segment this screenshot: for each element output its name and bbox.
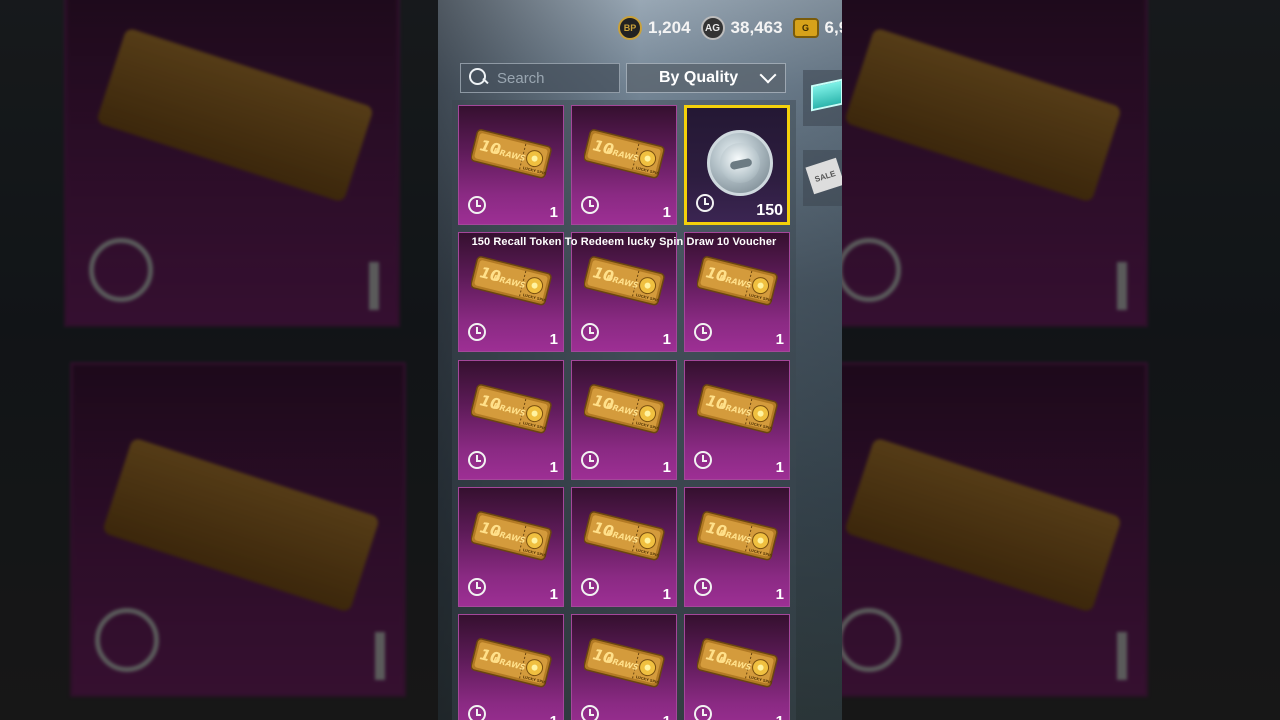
timer-clock-icon xyxy=(696,194,714,212)
lucky-spin-ticket-icon: 10 DRAWS LUCKY SPIN xyxy=(471,129,552,179)
lucky-spin-ticket-icon: 10 DRAWS LUCKY SPIN xyxy=(471,256,552,306)
draw10-voucher-item[interactable]: 10 DRAWS LUCKY SPIN 1 xyxy=(458,487,564,607)
chevron-down-icon xyxy=(759,66,777,84)
lucky-spin-ticket-icon: 10 DRAWS LUCKY SPIN xyxy=(584,511,665,561)
timer-clock-icon xyxy=(468,323,486,341)
timer-clock-icon xyxy=(468,451,486,469)
timer-clock-icon xyxy=(468,578,486,596)
lucky-spin-ticket-icon: 10 DRAWS LUCKY SPIN xyxy=(584,129,665,179)
currency-bar: BP 1,204 AG 38,463 G 6,9 xyxy=(618,14,842,42)
sort-dropdown-label: By Quality xyxy=(659,69,739,86)
draw10-voucher-item[interactable]: 10 DRAWS LUCKY SPIN 1 xyxy=(458,232,564,352)
search-input[interactable] xyxy=(497,69,607,87)
timer-clock-icon xyxy=(468,705,486,720)
timer-clock-icon xyxy=(581,323,599,341)
item-quantity: 1 xyxy=(775,586,784,603)
uc-coin-icon: G xyxy=(792,18,819,38)
timer-clock-icon xyxy=(468,196,486,214)
lucky-spin-ticket-icon: 10 DRAWS LUCKY SPIN xyxy=(471,638,552,688)
lucky-spin-ticket-icon: 10 DRAWS LUCKY SPIN xyxy=(584,384,665,434)
lucky-spin-ticket-icon: 10 DRAWS LUCKY SPIN xyxy=(697,384,778,434)
draw10-voucher-item[interactable]: 10 DRAWS LUCKY SPIN 1 xyxy=(458,360,564,480)
bp-balance: BP 1,204 xyxy=(618,16,691,40)
search-box[interactable] xyxy=(460,63,620,93)
draw10-voucher-item[interactable]: 10 DRAWS LUCKY SPIN 1 xyxy=(571,487,677,607)
recall-token-icon xyxy=(707,130,773,196)
lucky-spin-ticket-icon: 10 DRAWS LUCKY SPIN xyxy=(697,638,778,688)
item-quantity: 1 xyxy=(663,713,671,720)
draw10-voucher-item[interactable]: 10 DRAWS LUCKY SPIN 1 xyxy=(571,360,677,480)
recall-token-item[interactable]: 150 xyxy=(684,105,790,225)
search-icon xyxy=(469,68,489,88)
bp-coin-icon: BP xyxy=(618,16,642,40)
draw10-voucher-item[interactable]: 10 DRAWS LUCKY SPIN 1 xyxy=(684,487,790,607)
crate-icon xyxy=(811,78,842,112)
timer-clock-icon xyxy=(581,196,599,214)
item-quantity: 1 xyxy=(662,459,671,476)
item-quantity: 1 xyxy=(776,713,784,720)
sale-tag-icon: SALE xyxy=(805,157,842,195)
draw10-voucher-item[interactable]: 10 DRAWS LUCKY SPIN 1 xyxy=(684,614,790,720)
draw10-voucher-item[interactable]: 10 DRAWS LUCKY SPIN 1 xyxy=(571,105,677,225)
draw10-voucher-item[interactable]: 10 DRAWS LUCKY SPIN 1 xyxy=(571,232,677,352)
lucky-spin-ticket-icon: 10 DRAWS LUCKY SPIN xyxy=(697,511,778,561)
item-quantity: 1 xyxy=(549,459,558,476)
lucky-spin-ticket-icon: 10 DRAWS LUCKY SPIN xyxy=(471,511,552,561)
timer-clock-icon xyxy=(581,705,599,720)
timer-clock-icon xyxy=(694,705,712,720)
item-quantity: 1 xyxy=(662,204,671,221)
lucky-spin-ticket-icon: 10 DRAWS LUCKY SPIN xyxy=(584,638,665,688)
timer-clock-icon xyxy=(581,578,599,596)
lucky-spin-ticket-icon: 10 DRAWS LUCKY SPIN xyxy=(584,256,665,306)
draw10-voucher-item[interactable]: 10 DRAWS LUCKY SPIN 1 xyxy=(458,105,564,225)
ag-balance: AG 38,463 xyxy=(700,16,783,40)
item-quantity: 1 xyxy=(775,459,784,476)
tab-sale[interactable]: SALE xyxy=(803,150,842,206)
timer-clock-icon xyxy=(694,323,712,341)
item-quantity: 1 xyxy=(550,713,558,720)
draw10-voucher-item[interactable]: 10 DRAWS LUCKY SPIN 1 xyxy=(571,614,677,720)
tab-crate[interactable] xyxy=(803,70,842,126)
draw10-voucher-item[interactable]: 10 DRAWS LUCKY SPIN 1 xyxy=(684,360,790,480)
uc-value: 6,9 xyxy=(824,18,842,37)
blurred-background-right xyxy=(842,0,1280,720)
item-quantity: 1 xyxy=(775,331,784,348)
uc-balance: G 6,9 xyxy=(792,18,842,38)
item-tooltip: 150 Recall Token To Redeem lucky Spin Dr… xyxy=(471,236,777,248)
item-quantity: 150 xyxy=(756,202,783,219)
inventory-screen: BP 1,204 AG 38,463 G 6,9 By Quality SALE xyxy=(438,0,842,720)
item-quantity: 1 xyxy=(549,586,558,603)
lucky-spin-ticket-icon: 10 DRAWS LUCKY SPIN xyxy=(697,256,778,306)
ag-value: 38,463 xyxy=(730,18,783,37)
timer-clock-icon xyxy=(581,451,599,469)
lucky-spin-ticket-icon: 10 DRAWS LUCKY SPIN xyxy=(471,384,552,434)
item-quantity: 1 xyxy=(662,331,671,348)
timer-clock-icon xyxy=(694,578,712,596)
bp-value: 1,204 xyxy=(648,18,691,37)
timer-clock-icon xyxy=(694,451,712,469)
blurred-background-left xyxy=(0,0,438,720)
draw10-voucher-item[interactable]: 10 DRAWS LUCKY SPIN 1 xyxy=(684,232,790,352)
ag-coin-icon: AG xyxy=(700,16,725,40)
draw10-voucher-item[interactable]: 10 DRAWS LUCKY SPIN 1 xyxy=(458,614,564,720)
item-quantity: 1 xyxy=(549,204,558,221)
item-quantity: 1 xyxy=(549,331,558,348)
item-quantity: 1 xyxy=(662,586,671,603)
sort-dropdown[interactable]: By Quality xyxy=(626,63,786,93)
